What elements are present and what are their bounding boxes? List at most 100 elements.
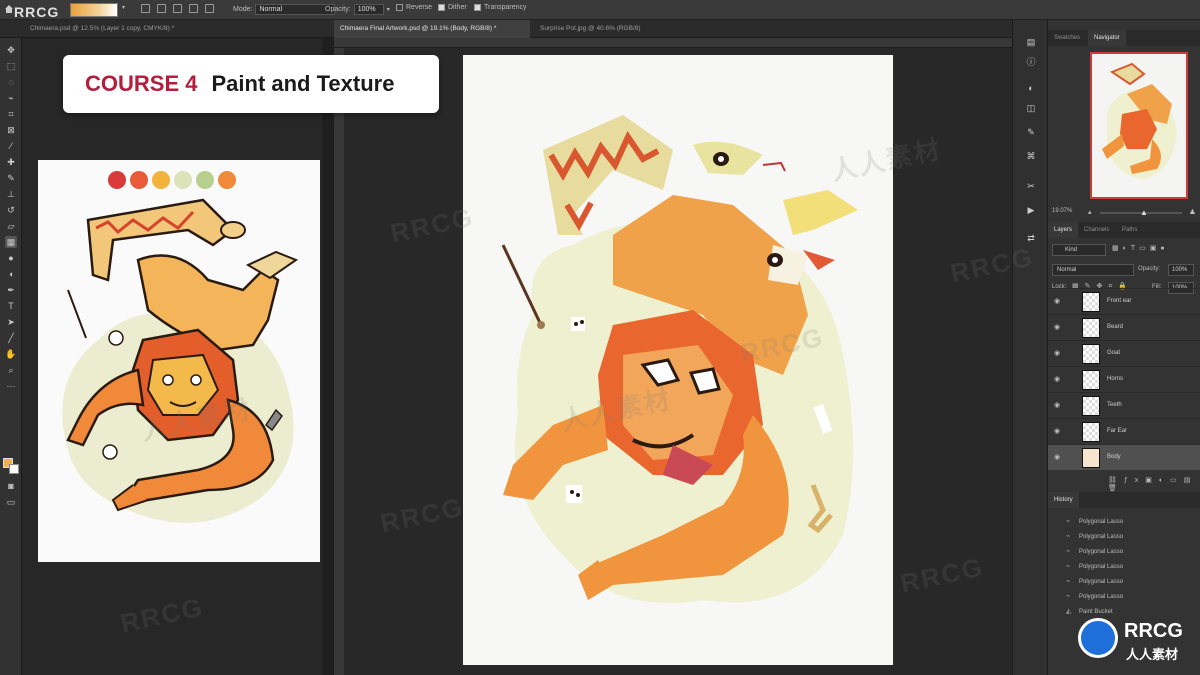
zoom-in-icon[interactable]: ▲ [1188, 206, 1197, 216]
libraries-icon[interactable]: ◫ [1025, 102, 1037, 114]
history-label: Polygonal Lasso [1079, 564, 1124, 570]
gradient-dropdown-icon[interactable]: ▾ [122, 4, 125, 11]
tab-chimaera-final[interactable]: Chimaera Final Artwork.psd @ 19.1% (Body… [334, 20, 530, 38]
brushes-icon[interactable]: ✎ [1025, 126, 1037, 138]
tab-paths[interactable]: Paths [1116, 222, 1143, 238]
brush-tool-icon[interactable]: ✎ [5, 172, 17, 184]
crop-tool-icon[interactable]: ⌗ [5, 108, 17, 120]
history-item[interactable]: ⌁ Polygonal Lasso [1066, 574, 1196, 589]
tab-layers[interactable]: Layers [1048, 222, 1079, 238]
eraser-tool-icon[interactable]: ▱ [5, 220, 17, 232]
zoom-slider-handle[interactable]: ▲ [1140, 208, 1148, 217]
layer-filter-kind[interactable]: Kind [1052, 244, 1106, 256]
tab-chimaera[interactable]: Chimaera.psd @ 12.5% (Layer 1 copy, CMYK… [24, 20, 314, 38]
healing-tool-icon[interactable]: ✚ [5, 156, 17, 168]
type-tool-icon[interactable]: T [5, 300, 17, 312]
screen-mode-icon[interactable]: ▭ [5, 496, 17, 508]
hand-tool-icon[interactable]: ✋ [5, 348, 17, 360]
tab-navigator[interactable]: Navigator [1088, 30, 1126, 46]
transparency-checkbox[interactable] [474, 4, 481, 11]
adjustments-icon[interactable]: ◐ [1025, 82, 1037, 94]
history-label: Polygonal Lasso [1079, 549, 1124, 555]
palette-swatch [174, 171, 192, 189]
lasso-icon: ⌁ [1066, 593, 1071, 600]
mode-select[interactable]: Normal [255, 4, 336, 15]
radial-gradient-icon[interactable] [157, 4, 166, 13]
eyedropper-tool-icon[interactable]: ⁄ [5, 140, 17, 152]
layer-row[interactable]: ◉ Teeth [1048, 392, 1200, 418]
linear-gradient-icon[interactable] [141, 4, 150, 13]
history-item[interactable]: ⌁ Polygonal Lasso [1066, 559, 1196, 574]
tool-presets-icon[interactable]: ✂ [1025, 180, 1037, 192]
layer-thumbnail [1082, 422, 1100, 442]
angle-gradient-icon[interactable] [173, 4, 182, 13]
path-select-tool-icon[interactable]: ➤ [5, 316, 17, 328]
navigator-preview[interactable] [1090, 52, 1188, 199]
frame-tool-icon[interactable]: ⊠ [5, 124, 17, 136]
navigator-zoom-value[interactable]: 19.07% [1052, 208, 1072, 214]
opacity-input[interactable]: 100% [353, 4, 384, 15]
visibility-eye-icon[interactable]: ◉ [1054, 454, 1062, 462]
marquee-tool-icon[interactable]: ⬚ [5, 60, 17, 72]
opacity-dropdown-icon[interactable]: ▾ [387, 6, 390, 13]
course-banner: COURSE 4 Paint and Texture [63, 55, 439, 113]
visibility-eye-icon[interactable]: ◉ [1054, 350, 1062, 358]
palette-swatch [218, 171, 236, 189]
watermark-logo: RRCG [14, 4, 60, 20]
visibility-eye-icon[interactable]: ◉ [1054, 428, 1062, 436]
quick-select-tool-icon[interactable]: ⌁ [5, 92, 17, 104]
history-item[interactable]: ⌁ Polygonal Lasso [1066, 544, 1196, 559]
home-icon[interactable] [4, 4, 14, 14]
more-tools-icon[interactable]: ··· [5, 380, 17, 392]
tools-panel: ✥ ⬚ ◌ ⌁ ⌗ ⊠ ⁄ ✚ ✎ ⊥ ↺ ▱ ▦ ● ◖ ✒ T ➤ ╱ ✋ … [0, 38, 22, 675]
right-panels: Swatches Navigator 19.07% ▴ ▲ ▲ Layers C… [1048, 20, 1200, 675]
blur-tool-icon[interactable]: ● [5, 252, 17, 264]
layer-row-selected[interactable]: ◉ Body [1048, 444, 1200, 470]
tab-surprise-pot[interactable]: Surprise Pot.jpg @ 40.6% (RGB/8) [534, 20, 704, 38]
history-item[interactable]: ⌁ Polygonal Lasso [1066, 529, 1196, 544]
properties-icon[interactable]: ▤ [1025, 36, 1037, 48]
layer-row[interactable]: ◉ Goat [1048, 340, 1200, 366]
visibility-eye-icon[interactable]: ◉ [1054, 376, 1062, 384]
reflected-gradient-icon[interactable] [189, 4, 198, 13]
history-title[interactable]: History [1048, 492, 1079, 508]
history-item[interactable]: ⌁ Polygonal Lasso [1066, 514, 1196, 529]
gradient-tool-icon[interactable]: ▦ [5, 236, 17, 248]
blend-mode-select[interactable]: Normal [1052, 264, 1134, 276]
gradient-preview[interactable] [70, 3, 118, 17]
visibility-eye-icon[interactable]: ◉ [1054, 324, 1062, 332]
visibility-eye-icon[interactable]: ◉ [1054, 298, 1062, 306]
pen-tool-icon[interactable]: ✒ [5, 284, 17, 296]
character-icon[interactable]: ⇄ [1025, 232, 1037, 244]
layer-opacity-input[interactable]: 100% [1168, 264, 1194, 276]
zoom-tool-icon[interactable]: ⌕ [5, 364, 17, 376]
layer-row[interactable]: ◉ Beard [1048, 314, 1200, 340]
tab-swatches[interactable]: Swatches [1048, 30, 1086, 46]
brush-settings-icon[interactable]: ⌘ [1025, 150, 1037, 162]
layer-row[interactable]: ◉ Far Ear [1048, 418, 1200, 444]
layer-row[interactable]: ◉ Front ear [1048, 288, 1200, 314]
reverse-checkbox[interactable] [396, 4, 403, 11]
visibility-eye-icon[interactable]: ◉ [1054, 402, 1062, 410]
history-brush-tool-icon[interactable]: ↺ [5, 204, 17, 216]
shape-tool-icon[interactable]: ╱ [5, 332, 17, 344]
clone-stamp-tool-icon[interactable]: ⊥ [5, 188, 17, 200]
dodge-tool-icon[interactable]: ◖ [5, 268, 17, 280]
dither-checkbox[interactable] [438, 4, 445, 11]
quick-mask-icon[interactable]: ◙ [5, 480, 17, 492]
actions-icon[interactable]: ▶ [1025, 204, 1037, 216]
background-color-swatch[interactable] [9, 464, 19, 474]
zoom-out-icon[interactable]: ▴ [1088, 208, 1092, 216]
layer-row[interactable]: ◉ Horns [1048, 366, 1200, 392]
info-icon[interactable]: ⓘ [1025, 56, 1037, 68]
tab-channels[interactable]: Channels [1078, 222, 1115, 238]
lasso-tool-icon[interactable]: ◌ [5, 76, 17, 88]
history-label: Polygonal Lasso [1079, 594, 1124, 600]
document-divider[interactable] [322, 38, 334, 675]
layer-filter-icons[interactable]: ▦◐T▭▣● [1112, 244, 1198, 256]
move-tool-icon[interactable]: ✥ [5, 44, 17, 56]
diamond-gradient-icon[interactable] [205, 4, 214, 13]
vertical-ruler [334, 48, 344, 675]
layer-actions-icons[interactable]: ⛓ƒx▣◐▭▤🗑 [1108, 476, 1200, 492]
history-item[interactable]: ⌁ Polygonal Lasso [1066, 589, 1196, 604]
